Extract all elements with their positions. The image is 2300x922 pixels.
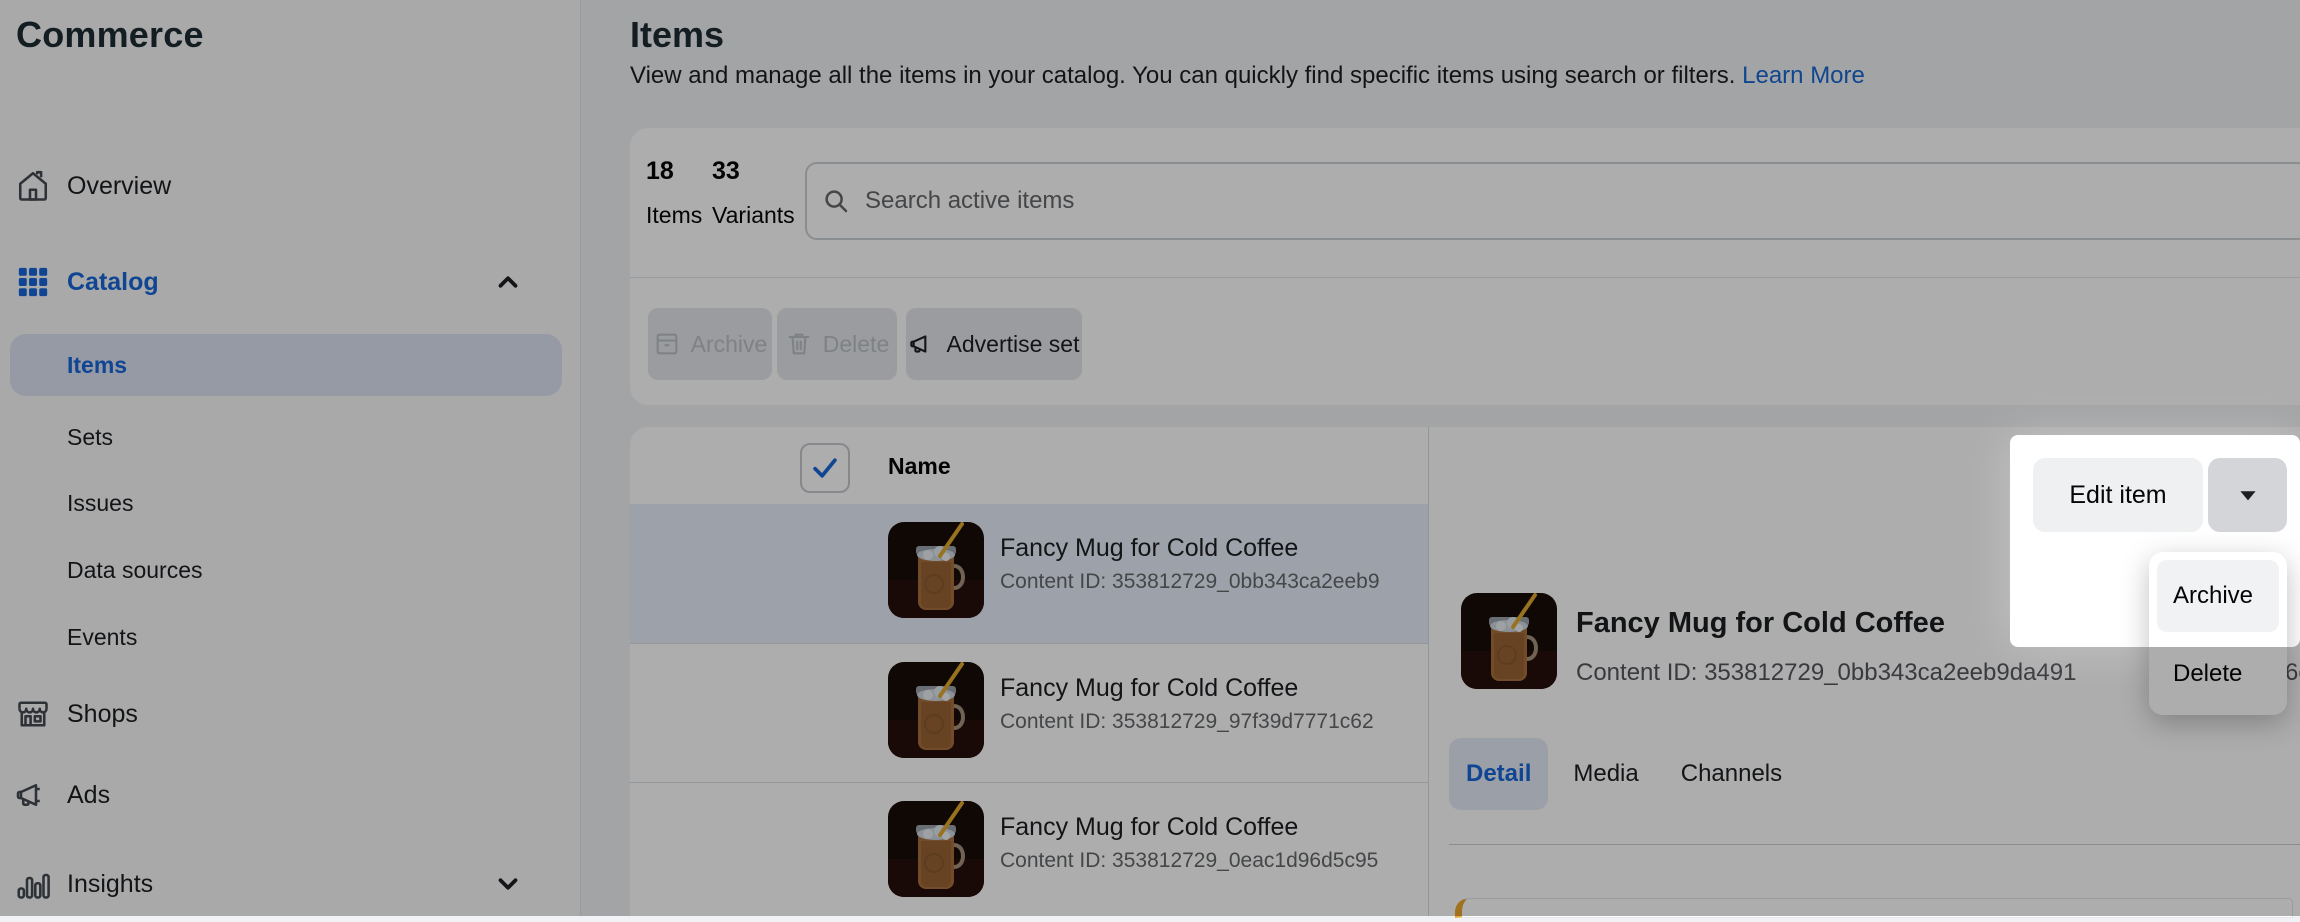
dim-overlay [0,0,2300,916]
caret-down-icon [2235,482,2261,508]
edit-item-button[interactable]: Edit item [2033,458,2203,532]
menu-item-archive[interactable]: Archive [2157,560,2279,632]
menu-dim-cover [2149,647,2287,715]
edit-item-dropdown-button[interactable] [2208,458,2287,532]
